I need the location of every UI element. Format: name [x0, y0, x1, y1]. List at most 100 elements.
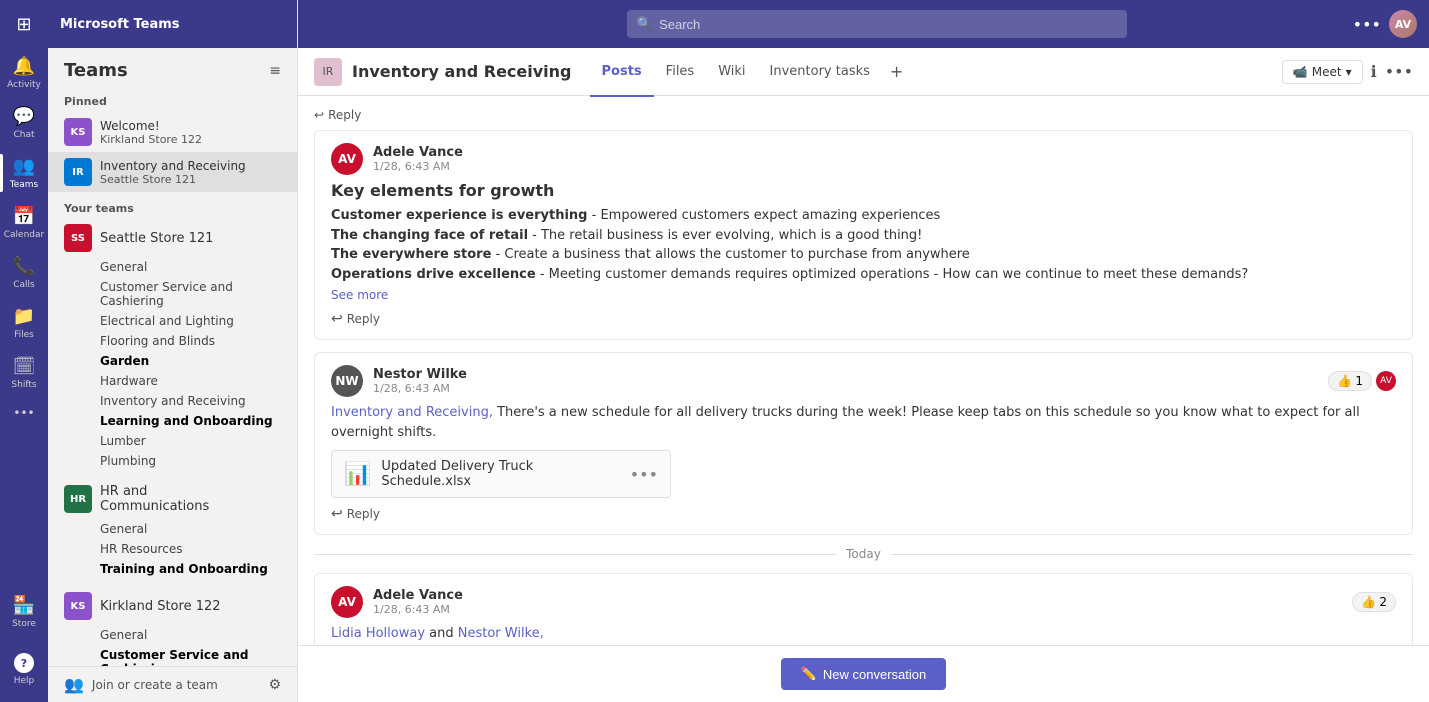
- nav-label-shifts: Shifts: [11, 380, 36, 390]
- message-thread-1: AV Adele Vance 1/28, 6:43 AM Key element…: [314, 130, 1413, 340]
- more-options-icon[interactable]: •••: [1385, 62, 1413, 81]
- nav-item-calls[interactable]: 📞 Calls: [0, 248, 48, 298]
- nav-item-store[interactable]: 🏪 Store: [0, 587, 48, 637]
- pinned-info-inventory: Inventory and Receiving Seattle Store 12…: [100, 159, 246, 186]
- msg2-header: NW Nestor Wilke 1/28, 6:43 AM 👍 1 AV: [331, 365, 1396, 397]
- app-title: Microsoft Teams: [60, 17, 180, 32]
- chat-icon: 💬: [13, 106, 35, 127]
- search-input[interactable]: [659, 17, 1117, 32]
- avatar-inventory: IR: [64, 158, 92, 186]
- reply-icon-top: ↩: [314, 108, 324, 122]
- gear-icon[interactable]: ⚙: [268, 677, 281, 693]
- msg3-mention-lidia[interactable]: Lidia Holloway: [331, 626, 425, 641]
- channel-general-kirkland[interactable]: General: [48, 625, 297, 645]
- messages-area: ↩ Reply AV Adele Vance 1/28, 6:43 AM Key…: [298, 96, 1429, 645]
- team-header-kirkland[interactable]: KS Kirkland Store 122 •••: [48, 587, 297, 625]
- pinned-info-welcome: Welcome! Kirkland Store 122: [100, 119, 202, 146]
- topbar: 🔍 ••• AV: [298, 0, 1429, 48]
- nav-item-activity[interactable]: 🔔 Activity: [0, 48, 48, 98]
- nav-item-more[interactable]: •••: [0, 398, 48, 428]
- filter-icon[interactable]: ≡: [269, 63, 281, 79]
- sidebar-footer[interactable]: 👥 Join or create a team ⚙: [48, 666, 297, 702]
- nav-label-files: Files: [14, 330, 34, 340]
- msg1-line4-suffix: - Meeting customer demands requires opti…: [536, 267, 1249, 282]
- nav-item-shifts[interactable]: 🗓 Shifts: [0, 348, 48, 398]
- file-more-icon[interactable]: •••: [630, 465, 658, 484]
- join-icon: 👥: [64, 675, 84, 694]
- msg3-header: AV Adele Vance 1/28, 6:43 AM 👍 2: [331, 586, 1396, 618]
- channel-learning-seattle[interactable]: Learning and Onboarding: [48, 411, 297, 431]
- channel-training-hr[interactable]: Training and Onboarding: [48, 559, 297, 579]
- channel-electrical-seattle[interactable]: Electrical and Lighting: [48, 311, 297, 331]
- user-avatar[interactable]: AV: [1389, 10, 1417, 38]
- tab-inventory-tasks[interactable]: Inventory tasks: [758, 49, 882, 97]
- main-content: 🔍 ••• AV IR Inventory and Receiving Post…: [298, 0, 1429, 702]
- app-logo: ⊞: [0, 0, 48, 48]
- msg1-line2-bold: The changing face of retail: [331, 228, 528, 243]
- teams-icon: 👥: [13, 156, 35, 177]
- nav-label-help: Help: [14, 676, 35, 686]
- team-header-seattle[interactable]: SS Seattle Store 121 •••: [48, 219, 297, 257]
- team-name-hr: HR and Communications: [100, 484, 256, 514]
- channel-lumber-seattle[interactable]: Lumber: [48, 431, 297, 451]
- calls-icon: 📞: [13, 256, 35, 277]
- team-icon-seattle: SS: [64, 224, 92, 252]
- reaction-thumbsup-2[interactable]: 👍 1: [1328, 371, 1372, 391]
- channel-hardware-seattle[interactable]: Hardware: [48, 371, 297, 391]
- msg2-mention[interactable]: Inventory and Receiving,: [331, 405, 493, 420]
- team-name-kirkland: Kirkland Store 122: [100, 599, 221, 614]
- nav-item-help[interactable]: ? Help: [0, 645, 48, 694]
- channel-flooring-seattle[interactable]: Flooring and Blinds: [48, 331, 297, 351]
- info-icon[interactable]: ℹ: [1371, 62, 1377, 81]
- channel-name: Inventory and Receiving: [352, 62, 572, 81]
- channel-inventory-seattle[interactable]: Inventory and Receiving: [48, 391, 297, 411]
- new-conversation-button[interactable]: ✏️ New conversation: [781, 658, 947, 690]
- tab-posts[interactable]: Posts: [590, 49, 654, 97]
- msg3-meta: Adele Vance 1/28, 6:43 AM: [373, 588, 463, 616]
- msg2-time: 1/28, 6:43 AM: [373, 382, 467, 395]
- reply-top[interactable]: ↩ Reply: [314, 104, 1413, 130]
- msg2-body: Inventory and Receiving, There's a new s…: [331, 403, 1396, 442]
- add-tab-button[interactable]: +: [882, 48, 911, 96]
- file-attachment-1[interactable]: 📊 Updated Delivery Truck Schedule.xlsx •…: [331, 450, 671, 498]
- channel-list-seattle: General Customer Service and Cashiering …: [48, 257, 297, 475]
- channel-garden-seattle[interactable]: Garden: [48, 351, 297, 371]
- team-header-hr[interactable]: HR HR and Communications •••: [48, 479, 297, 519]
- files-icon: 📁: [13, 306, 35, 327]
- see-more-link[interactable]: See more: [331, 288, 388, 302]
- team-header-left-hr: HR HR and Communications: [64, 484, 256, 514]
- nav-item-teams[interactable]: 👥 Teams: [0, 148, 48, 198]
- msg3-mention-nestor[interactable]: Nestor Wilke,: [458, 626, 544, 641]
- channel-plumbing-seattle[interactable]: Plumbing: [48, 451, 297, 471]
- pinned-item-inventory[interactable]: IR Inventory and Receiving Seattle Store…: [48, 152, 297, 192]
- reply-btn-1[interactable]: ↩ Reply: [331, 311, 1396, 327]
- nav-item-chat[interactable]: 💬 Chat: [0, 98, 48, 148]
- pinned-label: Pinned: [48, 89, 297, 112]
- channel-general-seattle[interactable]: General: [48, 257, 297, 277]
- reaction-thumbsup-3[interactable]: 👍 2: [1352, 592, 1396, 612]
- msg3-author: Adele Vance: [373, 588, 463, 603]
- tab-wiki[interactable]: Wiki: [706, 49, 757, 97]
- message-thread-3: AV Adele Vance 1/28, 6:43 AM 👍 2 Lidia H…: [314, 573, 1413, 645]
- msg1-line4-bold: Operations drive excellence: [331, 267, 536, 282]
- topbar-dots[interactable]: •••: [1353, 15, 1381, 34]
- nav-item-files[interactable]: 📁 Files: [0, 298, 48, 348]
- help-icon: ?: [14, 653, 34, 673]
- channel-list-hr: General HR Resources Training and Onboar…: [48, 519, 297, 583]
- channel-hrresources[interactable]: HR Resources: [48, 539, 297, 559]
- nav-rail: ⊞ 🔔 Activity 💬 Chat 👥 Teams 📅 Calendar 📞…: [0, 0, 48, 702]
- nav-label-calls: Calls: [13, 280, 35, 290]
- meet-button[interactable]: 📹 Meet ▾: [1282, 60, 1363, 84]
- channel-cashiering-seattle[interactable]: Customer Service and Cashiering: [48, 277, 297, 311]
- message-thread-2: NW Nestor Wilke 1/28, 6:43 AM 👍 1 AV Inv…: [314, 352, 1413, 535]
- channel-cashiering-kirkland[interactable]: Customer Service and Cashiering: [48, 645, 297, 666]
- nav-item-calendar[interactable]: 📅 Calendar: [0, 198, 48, 248]
- sidebar-content: Pinned KS Welcome! Kirkland Store 122 IR…: [48, 89, 297, 666]
- team-seattle: SS Seattle Store 121 ••• General Custome…: [48, 219, 297, 475]
- msg1-meta: Adele Vance 1/28, 6:43 AM: [373, 145, 463, 173]
- channel-general-hr[interactable]: General: [48, 519, 297, 539]
- search-bar: 🔍: [627, 10, 1127, 38]
- tab-files[interactable]: Files: [654, 49, 707, 97]
- reply-btn-2[interactable]: ↩ Reply: [331, 506, 1396, 522]
- pinned-item-welcome[interactable]: KS Welcome! Kirkland Store 122: [48, 112, 297, 152]
